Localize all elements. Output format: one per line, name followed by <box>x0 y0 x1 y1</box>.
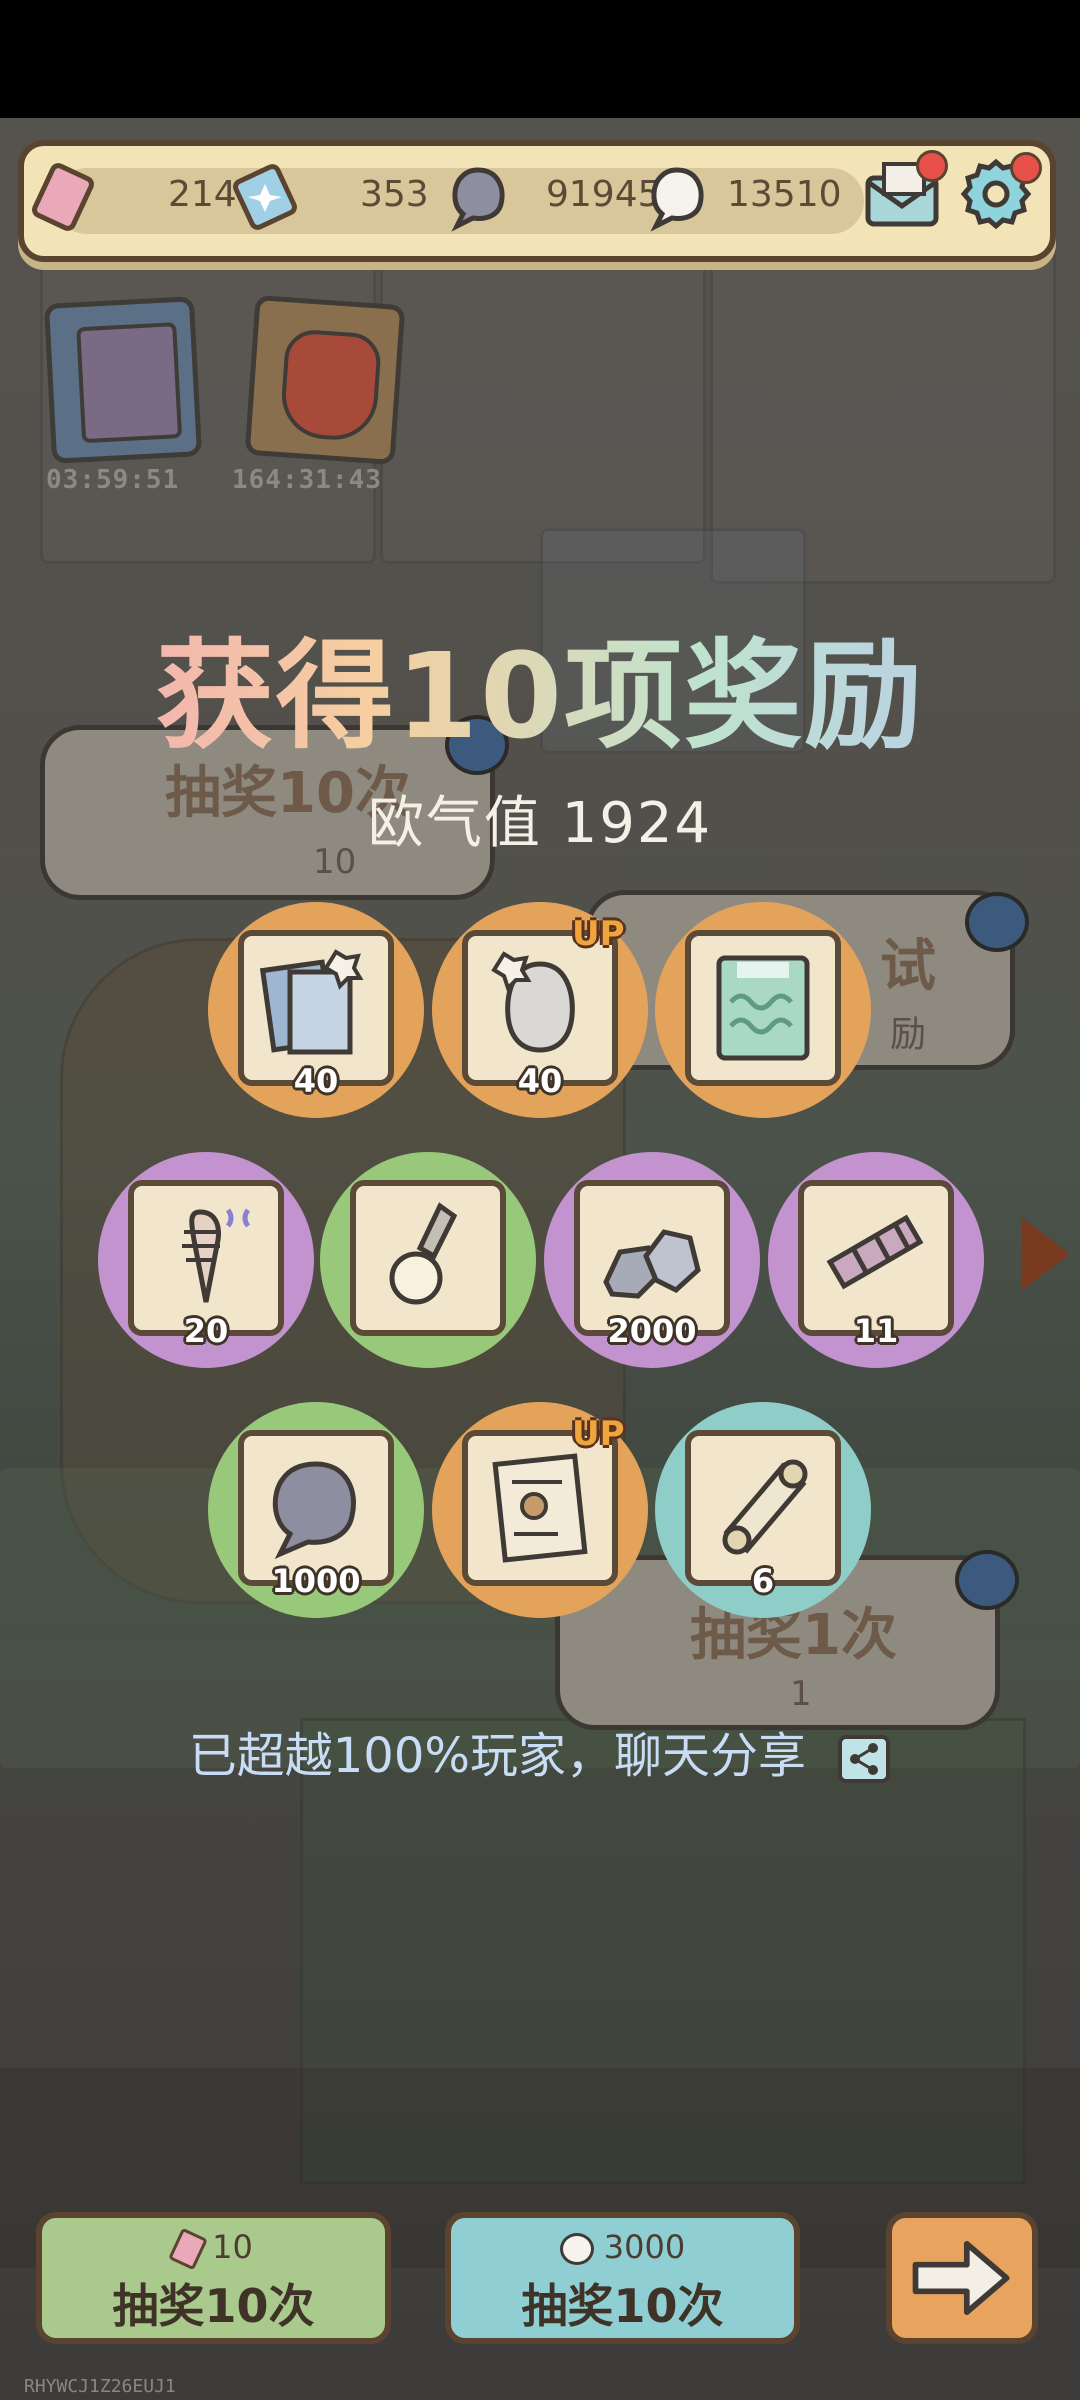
scroll-icon <box>722 1459 808 1555</box>
next-button[interactable] <box>886 2212 1038 2344</box>
gray-blob-icon <box>272 1461 356 1559</box>
reward-qty: 40 <box>517 1062 563 1100</box>
gray-blob-icon <box>451 167 505 232</box>
reward-pearl-pendant[interactable] <box>320 1152 536 1368</box>
timed-pack-card[interactable] <box>43 296 203 464</box>
timer-1: 03:59:51 <box>46 465 180 495</box>
arrow-right-icon[interactable] <box>955 1550 1019 1610</box>
ticket-count: 214 <box>168 174 237 215</box>
background-draw1-cost: 1 <box>790 1674 812 1714</box>
share-text: 已超越100%玩家，聊天分享 <box>188 1728 806 1784</box>
mail-notification-dot <box>916 150 948 182</box>
telescope-icon <box>826 1214 924 1290</box>
settings-notification-dot <box>1010 152 1042 184</box>
reward-fish-skeleton[interactable]: 20 <box>98 1152 314 1368</box>
gem-ticket-icon <box>233 164 297 230</box>
reward-qty: 6 <box>751 1562 775 1600</box>
button-label: 抽奖10次 <box>112 2279 315 2333</box>
reward-document[interactable]: UP <box>432 1402 648 1618</box>
white-ghost-icon <box>650 167 704 232</box>
document-icon <box>492 1453 588 1563</box>
reward-title: 获得10项奖励 <box>0 600 1080 771</box>
up-badge: UP <box>572 1414 625 1454</box>
background-trial-sub: 励 <box>890 1014 927 1055</box>
device-code: RHYWCJ1Z26EUJ1 <box>24 2376 176 2397</box>
stones-icon <box>603 1229 701 1299</box>
cost-value: 10 <box>212 2228 253 2266</box>
cell-card-icon <box>716 955 810 1061</box>
button-label: 抽奖10次 <box>521 2279 724 2333</box>
reward-gray-blob[interactable]: 1000 <box>208 1402 424 1618</box>
pearl-pendant-icon <box>389 1202 458 1305</box>
reward-stones[interactable]: 2000 <box>544 1152 760 1368</box>
reward-scroll[interactable]: 6 <box>655 1402 871 1618</box>
ticket-icon <box>168 2227 209 2271</box>
luck-value: 欧气值 1924 <box>367 791 713 856</box>
background-trial-label: 试 <box>880 934 936 999</box>
cost-value: 3000 <box>603 2228 686 2266</box>
reward-qty: 40 <box>293 1062 339 1100</box>
white-ghost-count: 13510 <box>727 174 842 215</box>
reward-qty: 2000 <box>607 1312 697 1350</box>
white-ghost-icon <box>559 2233 594 2265</box>
ticket-icon <box>32 163 94 231</box>
share-prompt[interactable]: 已超越100%玩家，聊天分享 <box>0 1716 1080 1786</box>
photo-cards-icon <box>259 949 364 1055</box>
up-badge: UP <box>572 914 625 954</box>
reward-photo-cards[interactable]: 40 <box>208 902 424 1118</box>
draw-10-currency-button[interactable]: 3000 抽奖10次 <box>445 2212 800 2344</box>
reward-qty: 20 <box>183 1312 229 1350</box>
marble-bust-icon <box>491 951 575 1053</box>
gem-ticket-count: 353 <box>360 174 429 215</box>
reward-qty: 1000 <box>271 1562 361 1600</box>
timed-event-card[interactable] <box>244 294 406 466</box>
reward-cell-card[interactable] <box>655 902 871 1118</box>
arrow-right-icon <box>912 2240 1010 2316</box>
reward-qty: 11 <box>853 1312 899 1350</box>
arrow-right-icon[interactable] <box>965 892 1029 952</box>
draw-10-tickets-button[interactable]: 10 抽奖10次 <box>36 2212 391 2344</box>
side-arrow-icon[interactable] <box>1022 1218 1070 1290</box>
reward-marble-bust[interactable]: UP 40 <box>432 902 648 1118</box>
reward-telescope[interactable]: 11 <box>768 1152 984 1368</box>
timer-2: 164:31:43 <box>232 465 382 495</box>
status-bar <box>0 0 1080 118</box>
fish-skeleton-icon <box>182 1208 251 1303</box>
share-icon[interactable] <box>837 1734 891 1784</box>
